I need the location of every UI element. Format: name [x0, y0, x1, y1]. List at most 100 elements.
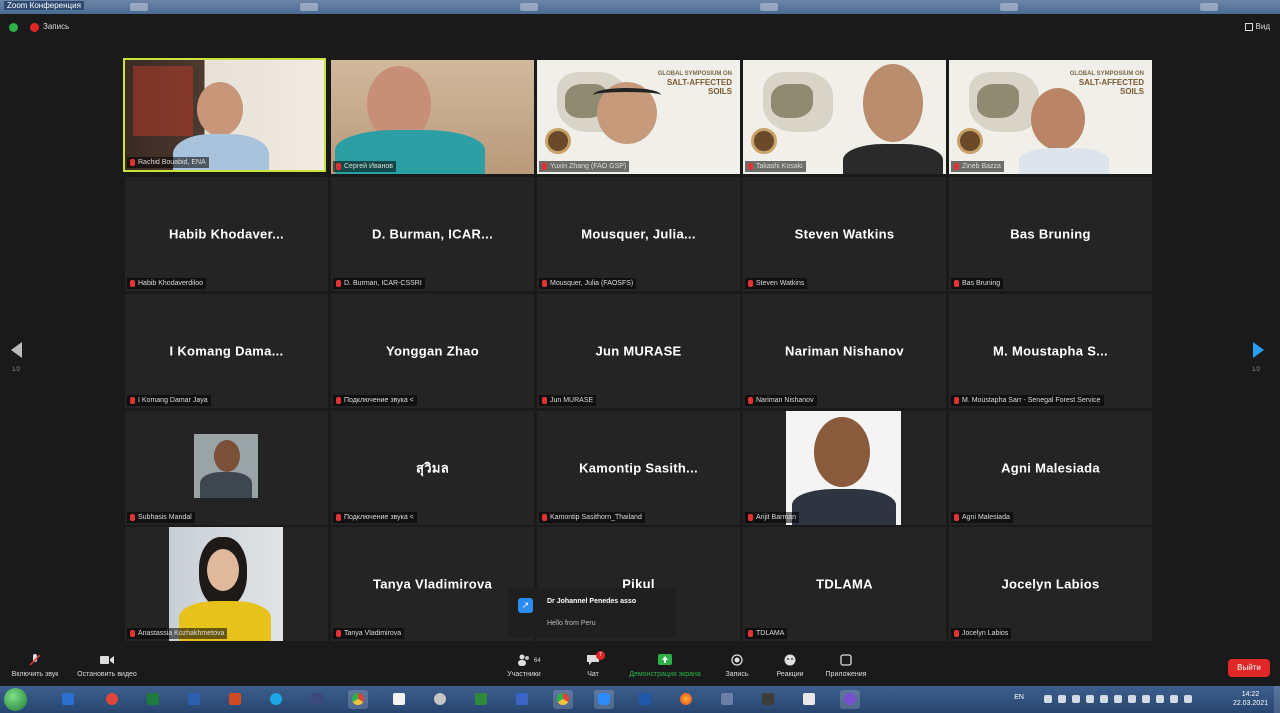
participant-tile[interactable]: Takashi Kosaki	[743, 60, 946, 174]
participant-tile[interactable]: Anastassia Kozhakhmetova	[125, 527, 328, 641]
tray-icon[interactable]	[1044, 695, 1052, 703]
show-desktop-button[interactable]	[1274, 686, 1280, 713]
participant-tile[interactable]: Steven Watkins Steven Watkins	[743, 177, 946, 291]
participant-tile[interactable]: D. Burman, ICAR... D. Burman, ICAR-CSSRI	[331, 177, 534, 291]
participant-tile[interactable]: Jun MURASE Jun MURASE	[537, 294, 740, 408]
tray-icon[interactable]	[1128, 695, 1136, 703]
chat-notification[interactable]: ↗ Dr Johannel Penedes asso Hello from Pe…	[508, 588, 676, 638]
taskbar-excel-icon[interactable]	[143, 690, 163, 709]
titlebar-decoration	[520, 3, 538, 11]
taskbar-viber-icon[interactable]	[840, 690, 860, 709]
taskbar-app-icon[interactable]	[758, 690, 778, 709]
participant-tile[interactable]: Subhasis Mandal	[125, 411, 328, 525]
next-page-arrow-icon[interactable]	[1253, 342, 1264, 358]
taskbar-chrome-icon[interactable]	[553, 690, 573, 709]
taskbar-app-icon[interactable]	[430, 690, 450, 709]
participant-name-label: M. Moustapha Sarr - Senegal Forest Servi…	[951, 395, 1104, 406]
taskbar-zoom-icon[interactable]	[594, 690, 614, 709]
apps-button[interactable]: Приложения	[820, 654, 872, 678]
participant-tile[interactable]: Yonggan Zhao Подключение звука <	[331, 294, 534, 408]
participants-label: Участники	[507, 671, 541, 678]
tray-icon[interactable]	[1086, 695, 1094, 703]
slide-line-3: SOILS	[1119, 87, 1144, 96]
participant-tile[interactable]: สุวิมล Подключение звука <	[331, 411, 534, 525]
symposium-logo-icon	[751, 128, 777, 154]
share-screen-button[interactable]: Демонстрация экрана	[622, 654, 708, 678]
keyboard-language[interactable]: EN	[1014, 694, 1024, 701]
taskbar-chrome-icon[interactable]	[348, 690, 368, 709]
person-body	[1019, 148, 1109, 174]
taskbar-app-icon[interactable]	[102, 690, 122, 709]
muted-mic-icon	[748, 280, 753, 287]
tray-icon[interactable]	[1072, 695, 1080, 703]
tray-icon[interactable]	[1058, 695, 1066, 703]
view-button[interactable]: Вид	[1244, 22, 1270, 31]
participant-display-name: Jun MURASE	[595, 343, 682, 359]
participant-tile[interactable]: GLOBAL SYMPOSIUM ON SALT-AFFECTED SOILS Yu…	[537, 60, 740, 174]
encryption-shield-icon[interactable]	[9, 23, 18, 32]
taskbar-app-icon[interactable]	[799, 690, 819, 709]
participant-name-label: Tanya Vladimirova	[333, 628, 405, 639]
participant-name-label: TDLAMA	[745, 628, 788, 639]
participant-name-label: Agni Malesiada	[951, 512, 1013, 523]
muted-mic-icon	[130, 630, 135, 637]
participant-tile[interactable]: Bas Bruning Bas Bruning	[949, 177, 1152, 291]
participant-tile[interactable]: I Komang Dama... I Komang Damar Jaya	[125, 294, 328, 408]
participant-tile[interactable]: Mousquer, Julia... Mousquer, Julia (FAOSF…	[537, 177, 740, 291]
tray-icon[interactable]	[1184, 695, 1192, 703]
stop-video-button[interactable]: Остановить видео	[70, 654, 144, 678]
participant-tile[interactable]: Arijit Barman	[743, 411, 946, 525]
participant-tile[interactable]: Habib Khodaver... Habib Khodaverdiloo	[125, 177, 328, 291]
taskbar-calendar-icon[interactable]	[58, 690, 78, 709]
record-label: Запись	[725, 671, 749, 678]
meeting-toolbar: Включить звук Остановить видео Участники…	[0, 650, 1280, 686]
participant-tile[interactable]: Agni Malesiada Agni Malesiada	[949, 411, 1152, 525]
stop-video-label: Остановить видео	[77, 671, 137, 678]
participant-tile-active-speaker[interactable]: Rachid Bouabid, ENA	[123, 58, 326, 172]
tray-icon[interactable]	[1100, 695, 1108, 703]
participant-tile[interactable]: Сергей Иванов	[331, 60, 534, 174]
taskbar-app-icon[interactable]	[717, 690, 737, 709]
participant-tile[interactable]: Tanya Vladimirova Tanya Vladimirova	[331, 527, 534, 641]
participant-name-label: Jun MURASE	[539, 395, 597, 406]
taskbar-app-icon[interactable]	[471, 690, 491, 709]
tray-icon[interactable]	[1156, 695, 1164, 703]
taskbar-app-icon[interactable]	[512, 690, 532, 709]
participants-button[interactable]: Участники 64	[500, 654, 548, 678]
previous-page-arrow-icon[interactable]	[11, 342, 22, 358]
record-button[interactable]: Запись	[720, 654, 754, 678]
taskbar-firefox-icon[interactable]	[676, 690, 696, 709]
participant-tile[interactable]: M. Moustapha S... M. Moustapha Sarr - Sen…	[949, 294, 1152, 408]
participant-display-name: Agni Malesiada	[1001, 460, 1100, 476]
record-icon	[731, 654, 743, 666]
taskbar-app-icon[interactable]	[307, 690, 327, 709]
taskbar-yandex-icon[interactable]	[389, 690, 409, 709]
reactions-button[interactable]: Реакции	[772, 654, 808, 678]
chat-sender: Dr Johannel Penedes asso	[547, 598, 637, 605]
participant-tile[interactable]: Nariman Nishanov Nariman Nishanov	[743, 294, 946, 408]
chat-button[interactable]: Чат 7	[578, 651, 608, 678]
video-camera-icon	[100, 656, 114, 664]
leave-meeting-button[interactable]: Выйти	[1228, 659, 1270, 677]
participant-display-name: Mousquer, Julia...	[581, 226, 696, 242]
volume-icon[interactable]	[1170, 695, 1178, 703]
network-icon[interactable]	[1142, 695, 1150, 703]
unmute-button[interactable]: Включить звук	[4, 654, 66, 678]
tray-icon[interactable]	[1114, 695, 1122, 703]
participant-tile[interactable]: GLOBAL SYMPOSIUM ON SALT-AFFECTED SOILS Zi…	[949, 60, 1152, 174]
taskbar-skype-icon[interactable]	[266, 690, 286, 709]
participant-tile[interactable]: Kamontip Sasith... Kamontip Sasithorn_Tha…	[537, 411, 740, 525]
recording-icon[interactable]	[30, 23, 39, 32]
person-head	[207, 549, 239, 591]
participant-label-text: M. Moustapha Sarr - Senegal Forest Servi…	[962, 397, 1101, 404]
muted-mic-icon	[954, 280, 959, 287]
participant-label-text: Yuxin Zhang (FAO GSP)	[550, 163, 627, 170]
taskbar-app-icon[interactable]	[635, 690, 655, 709]
taskbar-powerpoint-icon[interactable]	[225, 690, 245, 709]
participant-tile[interactable]: Jocelyn Labios Jocelyn Labios	[949, 527, 1152, 641]
system-clock[interactable]: 14:22 22.03.2021	[1233, 690, 1268, 708]
participant-tile[interactable]: TDLAMA TDLAMA	[743, 527, 946, 641]
start-menu-icon[interactable]	[4, 688, 27, 711]
participant-label-text: Kamontip Sasithorn_Thailand	[550, 514, 642, 521]
taskbar-word-icon[interactable]	[184, 690, 204, 709]
